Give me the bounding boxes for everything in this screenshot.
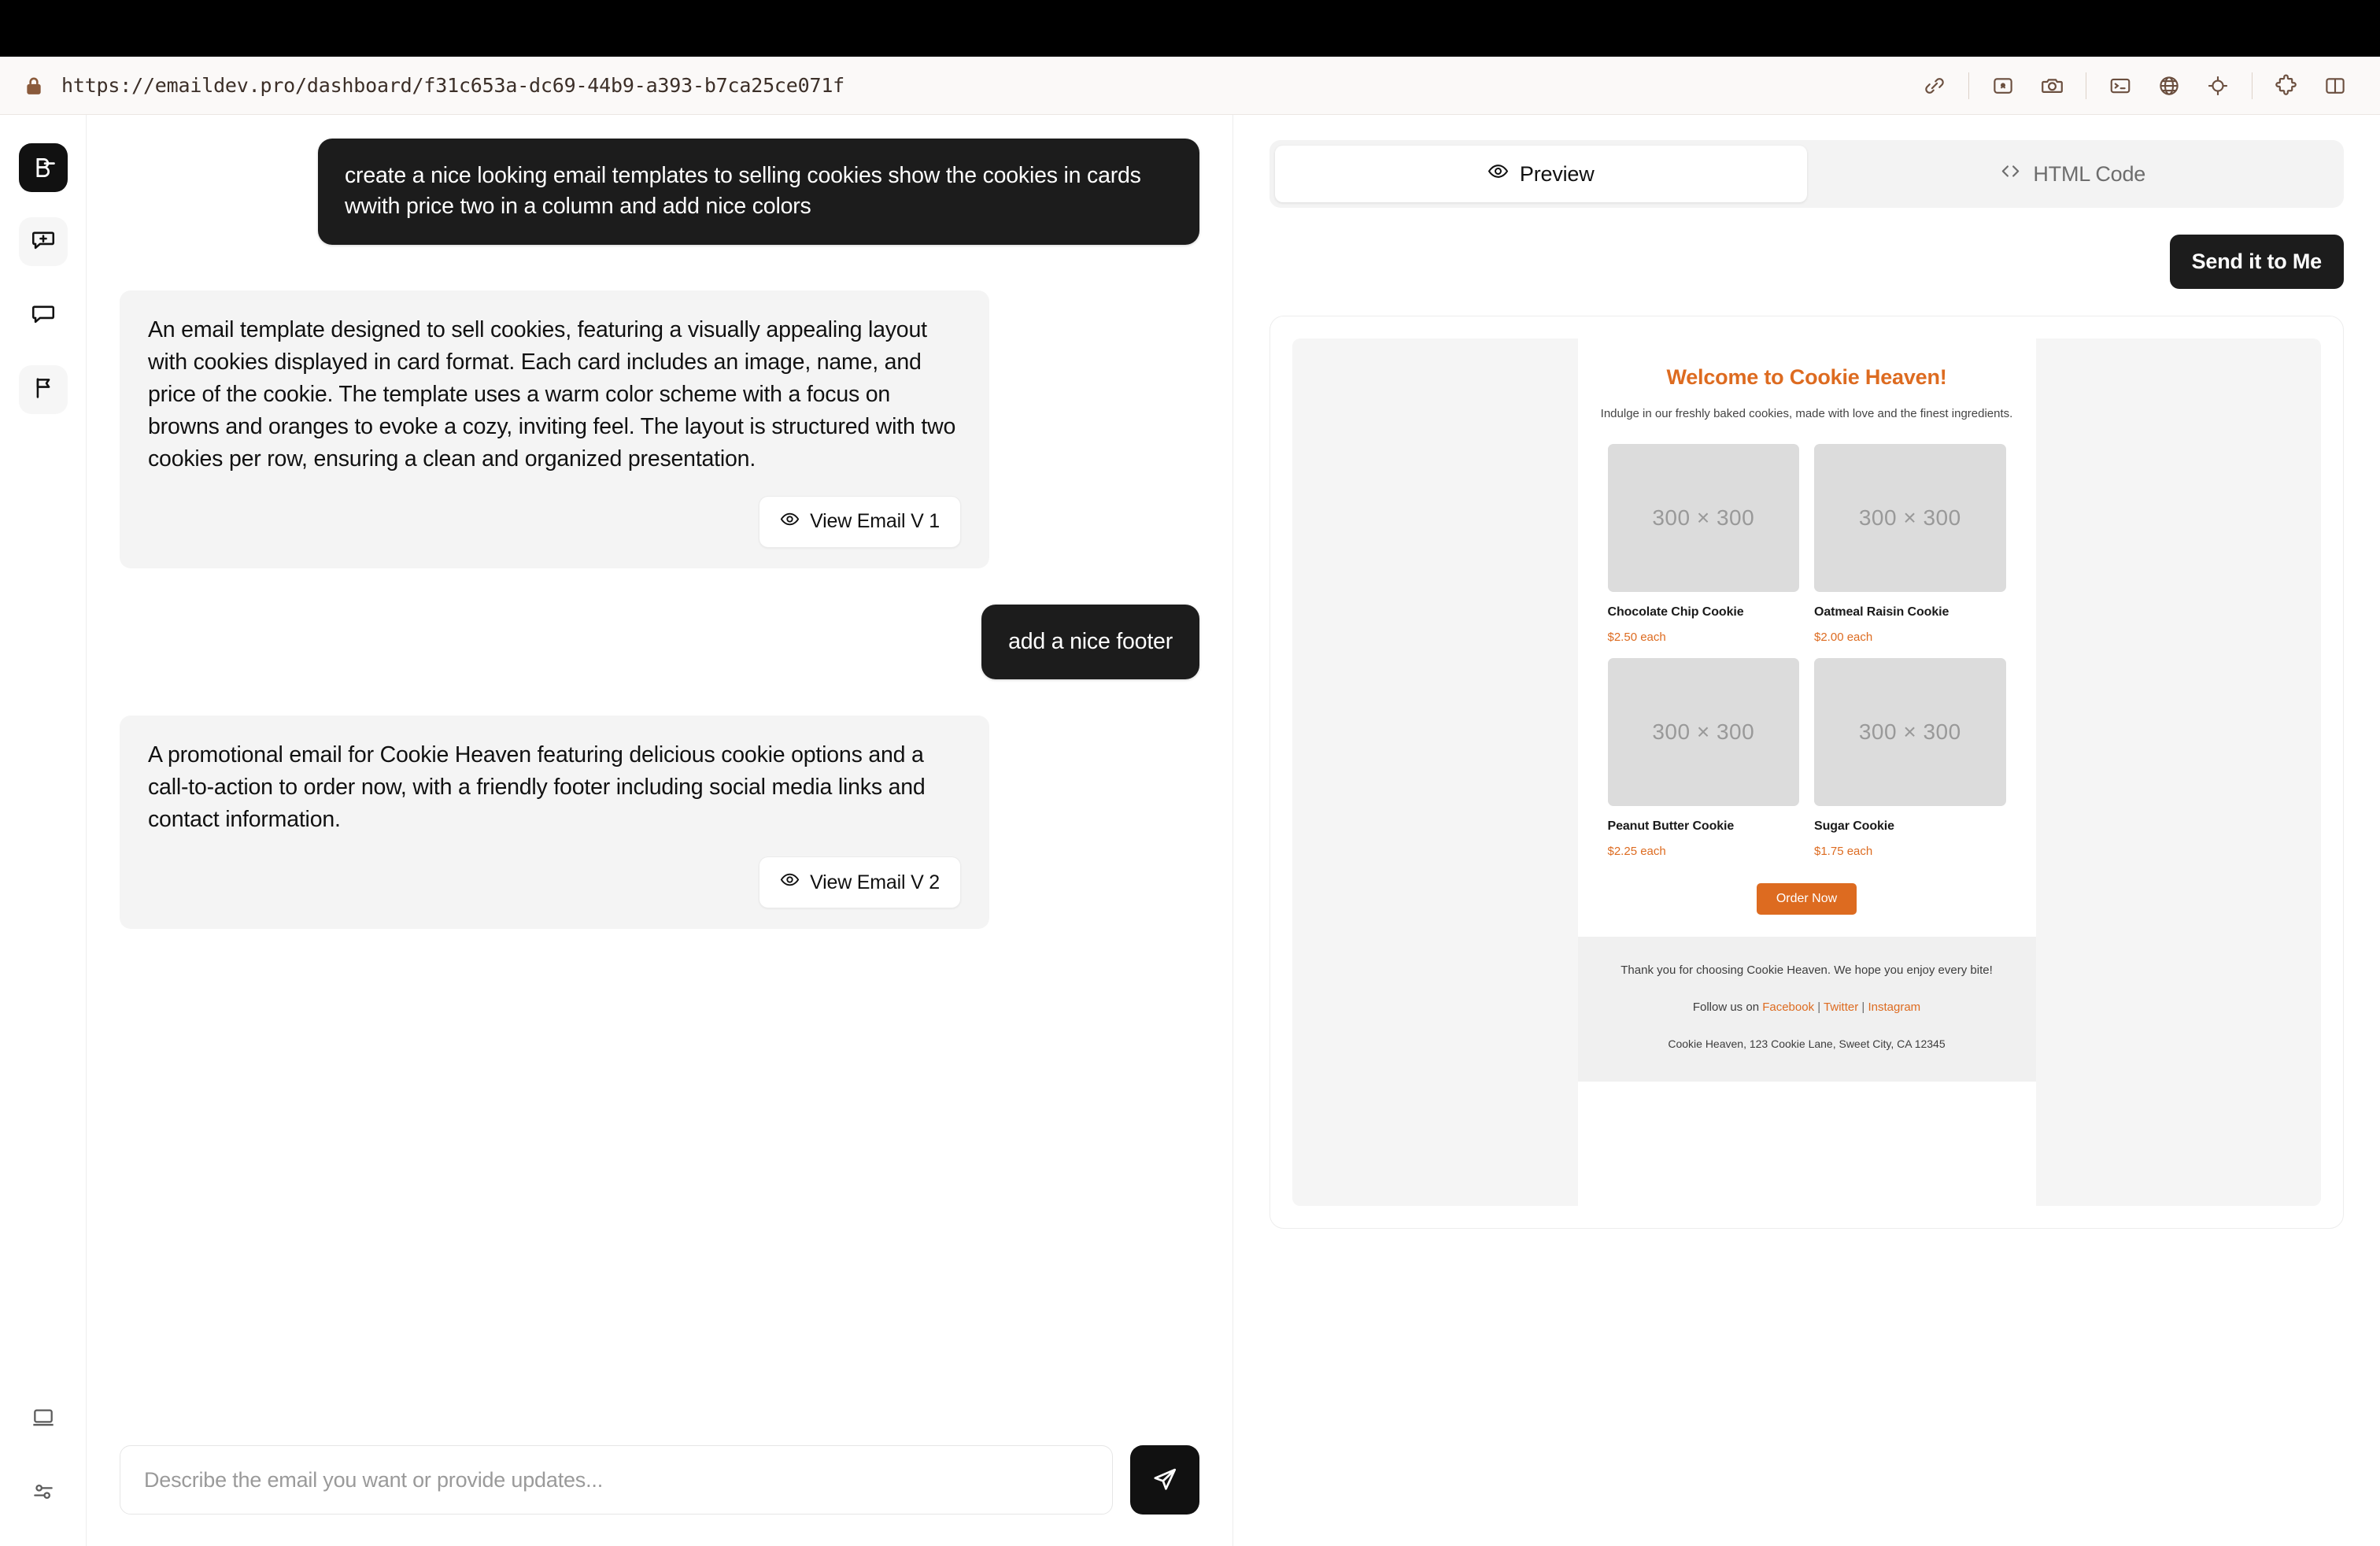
message-actions: View Email V 1 <box>148 495 961 548</box>
settings-sliders-icon <box>31 1479 56 1508</box>
browser-toolbar-actions <box>1910 66 2360 105</box>
globe-icon[interactable] <box>2145 66 2193 105</box>
email-document: Welcome to Cookie Heaven! Indulge in our… <box>1577 338 2036 1206</box>
cookie-image-placeholder: 300 × 300 <box>1814 444 2006 592</box>
send-row: Send it to Me <box>1269 235 2344 289</box>
sidebar-item-chats[interactable] <box>19 291 68 340</box>
chat-input[interactable] <box>120 1445 1113 1515</box>
view-email-v1-button[interactable]: View Email V 1 <box>759 495 961 548</box>
window-title-bar <box>0 0 2380 57</box>
chat-message-assistant: An email template designed to sell cooki… <box>120 290 989 568</box>
cookie-name: Chocolate Chip Cookie <box>1607 605 1744 619</box>
cookie-price: $2.00 each <box>1814 631 1873 644</box>
chat-message-user: add a nice footer <box>981 604 1199 680</box>
tab-html-code-label: HTML Code <box>2033 161 2146 186</box>
footer-follow-prefix: Follow us on <box>1692 1000 1763 1014</box>
footer-link-facebook[interactable]: Facebook <box>1762 1000 1814 1014</box>
puzzle-extension-icon[interactable] <box>2262 66 2311 105</box>
code-brackets-icon <box>1999 160 2022 188</box>
browser-url-bar: https://emaildev.pro/dashboard/f31c653a-… <box>0 57 2380 115</box>
footer-link-twitter[interactable]: Twitter <box>1824 1000 1858 1014</box>
chat-icon <box>30 301 57 331</box>
cookie-card: 300 × 300 Sugar Cookie $1.75 each <box>1814 658 2006 858</box>
email-subtitle: Indulge in our freshly baked cookies, ma… <box>1600 407 2013 420</box>
chat-panel: create a nice looking email templates to… <box>87 115 1233 1546</box>
footer-thanks: Thank you for choosing Cookie Heaven. We… <box>1621 963 1993 977</box>
view-email-v2-label: View Email V 2 <box>810 871 940 893</box>
tab-preview[interactable]: Preview <box>1275 146 1807 202</box>
target-icon[interactable] <box>2193 66 2242 105</box>
new-chat-icon <box>30 227 57 257</box>
terminal-icon[interactable] <box>2096 66 2145 105</box>
app-container: create a nice looking email templates to… <box>0 115 2380 1546</box>
tab-preview-label: Preview <box>1519 161 1595 186</box>
eye-icon <box>1488 161 1509 187</box>
footer-separator: | <box>1858 1000 1868 1014</box>
flag-icon <box>30 375 57 405</box>
send-it-to-me-button[interactable]: Send it to Me <box>2169 235 2344 289</box>
chat-message-text: A promotional email for Cookie Heaven fe… <box>148 742 926 833</box>
sidebar-item-settings[interactable] <box>19 1469 68 1518</box>
send-message-button[interactable] <box>1130 1445 1199 1515</box>
message-actions: View Email V 2 <box>148 856 961 909</box>
chat-message-assistant: A promotional email for Cookie Heaven fe… <box>120 716 989 930</box>
cookie-card: 300 × 300 Peanut Butter Cookie $2.25 eac… <box>1607 658 1799 858</box>
chat-message-text: add a nice footer <box>1008 628 1173 654</box>
chat-message-text: create a nice looking email templates to… <box>345 163 1141 220</box>
eye-icon <box>780 870 800 895</box>
email-preview-stage[interactable]: Welcome to Cookie Heaven! Indulge in our… <box>1292 338 2321 1206</box>
link-icon[interactable] <box>1910 66 1959 105</box>
lock-icon <box>24 74 44 98</box>
view-email-v1-label: View Email V 1 <box>810 510 940 533</box>
email-footer: Thank you for choosing Cookie Heaven. We… <box>1577 937 2036 1082</box>
toolbar-divider <box>1968 72 1969 99</box>
email-preview-card: Welcome to Cookie Heaven! Indulge in our… <box>1269 316 2344 1229</box>
order-now-button[interactable]: Order Now <box>1756 883 1857 915</box>
cookie-name: Oatmeal Raisin Cookie <box>1814 605 1949 619</box>
cookie-name: Sugar Cookie <box>1814 819 1894 833</box>
chat-message-text: An email template designed to sell cooki… <box>148 316 956 472</box>
cookie-grid: 300 × 300 Chocolate Chip Cookie $2.50 ea… <box>1578 444 2036 872</box>
cookie-name: Peanut Butter Cookie <box>1607 819 1735 833</box>
footer-social-row: Follow us on Facebook | Twitter | Instag… <box>1594 1000 2020 1014</box>
preview-tabs: Preview HTML Code <box>1269 140 2344 208</box>
cookie-price: $2.25 each <box>1607 845 1666 858</box>
sidebar-item-new-chat[interactable] <box>18 217 68 266</box>
left-sidebar <box>0 115 87 1546</box>
chat-composer <box>87 1445 1232 1546</box>
tab-html-code[interactable]: HTML Code <box>1807 146 2339 202</box>
sidebar-item-desktop[interactable] <box>19 1395 68 1444</box>
cta-row: Order Now <box>1578 883 2036 915</box>
send-icon <box>1150 1464 1180 1496</box>
split-panel-icon[interactable] <box>2311 66 2360 105</box>
cookie-image-placeholder: 300 × 300 <box>1607 658 1799 806</box>
sidebar-item-flag[interactable] <box>18 365 68 414</box>
cookie-price: $2.50 each <box>1607 631 1666 644</box>
email-title: Welcome to Cookie Heaven! <box>1666 365 1947 389</box>
cookie-card: 300 × 300 Oatmeal Raisin Cookie $2.00 ea… <box>1814 444 2006 644</box>
cookie-image-placeholder: 300 × 300 <box>1607 444 1799 592</box>
cookie-price: $1.75 each <box>1814 845 1873 858</box>
url-text[interactable]: https://emaildev.pro/dashboard/f31c653a-… <box>61 74 844 97</box>
app-logo[interactable] <box>18 143 68 192</box>
camera-icon[interactable] <box>2027 66 2076 105</box>
chat-message-user: create a nice looking email templates to… <box>318 139 1199 245</box>
footer-separator: | <box>1814 1000 1824 1014</box>
cookie-card: 300 × 300 Chocolate Chip Cookie $2.50 ea… <box>1607 444 1799 644</box>
footer-link-instagram[interactable]: Instagram <box>1868 1000 1920 1014</box>
cookie-image-placeholder: 300 × 300 <box>1814 658 2006 806</box>
view-email-v2-button[interactable]: View Email V 2 <box>759 856 961 909</box>
desktop-icon <box>31 1405 56 1434</box>
eye-icon <box>780 509 800 534</box>
footer-address: Cookie Heaven, 123 Cookie Lane, Sweet Ci… <box>1668 1037 1946 1050</box>
chat-message-list[interactable]: create a nice looking email templates to… <box>87 115 1232 1445</box>
image-placeholder-icon[interactable] <box>1979 66 2027 105</box>
preview-panel: Preview HTML Code Send it to Me Welcome … <box>1233 115 2380 1546</box>
